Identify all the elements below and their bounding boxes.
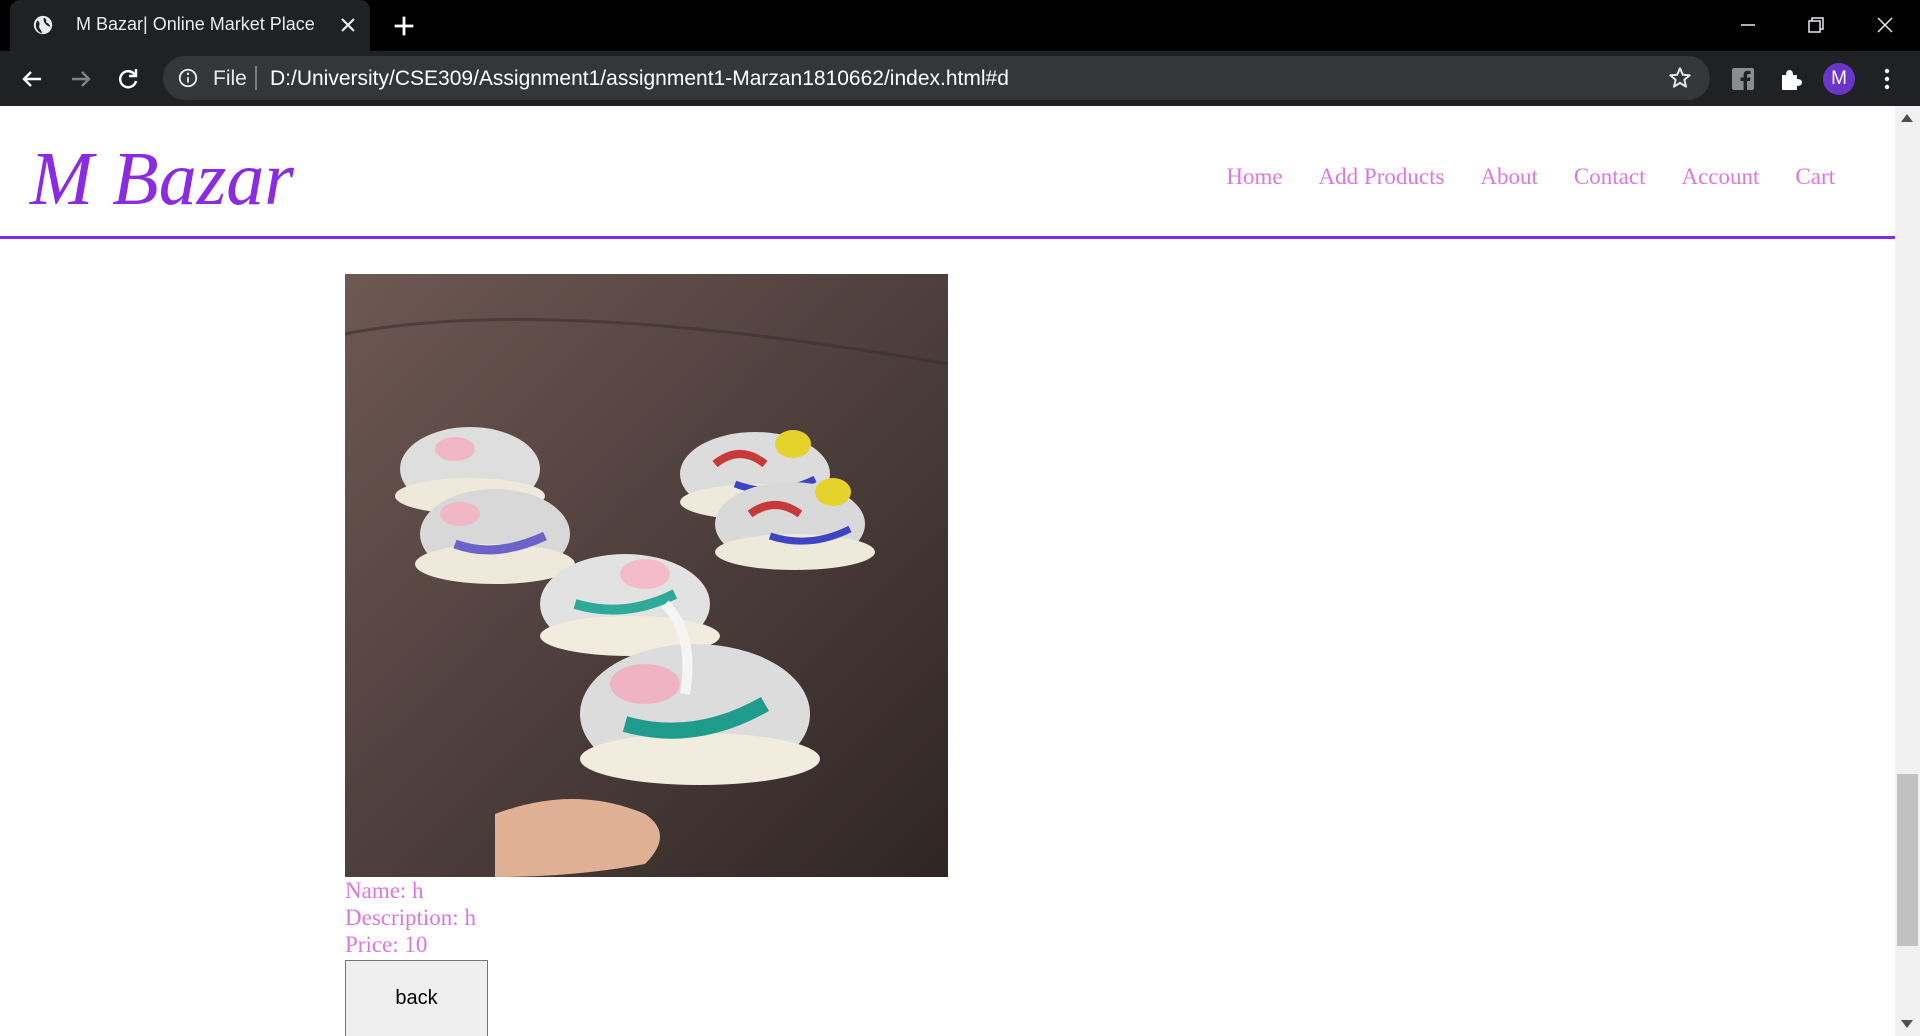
main-nav: Home Add Products About Contact Account … <box>1226 164 1835 190</box>
bookmark-star-icon[interactable] <box>1667 65 1693 91</box>
new-tab-icon[interactable] <box>390 12 418 40</box>
nav-contact[interactable]: Contact <box>1574 164 1646 190</box>
url-text[interactable]: D:/University/CSE309/Assignment1/assignm… <box>270 67 1009 91</box>
product-detail: Name: h Description: h Price: 10 back <box>345 274 948 1036</box>
scroll-thumb[interactable] <box>1897 774 1918 946</box>
info-icon[interactable] <box>177 67 199 89</box>
page-scrollbar[interactable] <box>1895 106 1920 1036</box>
product-name: Name: h <box>345 878 424 903</box>
site-logo[interactable]: M Bazar <box>30 136 294 223</box>
kebab-menu-icon[interactable] <box>1872 64 1902 94</box>
nav-home[interactable]: Home <box>1226 164 1282 190</box>
nav-cart[interactable]: Cart <box>1795 164 1835 190</box>
restore-icon[interactable] <box>1801 10 1831 40</box>
hand <box>495 799 660 877</box>
browser-tab-strip: M Bazar| Online Market Place <box>0 0 1920 51</box>
minimize-icon[interactable] <box>1733 10 1763 40</box>
nav-about[interactable]: About <box>1480 164 1538 190</box>
scroll-down-arrow-icon[interactable] <box>1901 1020 1913 1028</box>
globe-icon <box>33 15 53 35</box>
reload-icon[interactable] <box>113 64 143 94</box>
page-viewport: M Bazar Home Add Products About Contact … <box>0 106 1895 1036</box>
extensions-puzzle-icon[interactable] <box>1776 64 1806 94</box>
profile-avatar[interactable]: M <box>1823 63 1855 95</box>
nav-add-products[interactable]: Add Products <box>1319 164 1445 190</box>
product-description: Description: h <box>345 905 476 930</box>
nav-account[interactable]: Account <box>1681 164 1759 190</box>
browser-toolbar: File D:/University/CSE309/Assignment1/as… <box>0 51 1920 106</box>
back-button[interactable]: back <box>345 960 488 1036</box>
address-bar[interactable]: File D:/University/CSE309/Assignment1/as… <box>163 56 1710 100</box>
site-header: M Bazar Home Add Products About Contact … <box>0 106 1895 239</box>
file-scheme-label: File <box>213 67 247 90</box>
omnibox-divider <box>255 66 257 90</box>
product-image <box>345 274 948 877</box>
close-window-icon[interactable] <box>1870 10 1900 40</box>
facebook-extension-icon[interactable] <box>1728 64 1758 94</box>
forward-arrow-icon[interactable] <box>66 64 96 94</box>
close-tab-icon[interactable] <box>336 13 360 37</box>
scroll-up-arrow-icon[interactable] <box>1901 114 1913 122</box>
browser-tab[interactable]: M Bazar| Online Market Place <box>10 0 370 51</box>
tab-title: M Bazar| Online Market Place <box>76 14 315 34</box>
product-price: Price: 10 <box>345 932 428 957</box>
back-arrow-icon[interactable] <box>17 64 47 94</box>
